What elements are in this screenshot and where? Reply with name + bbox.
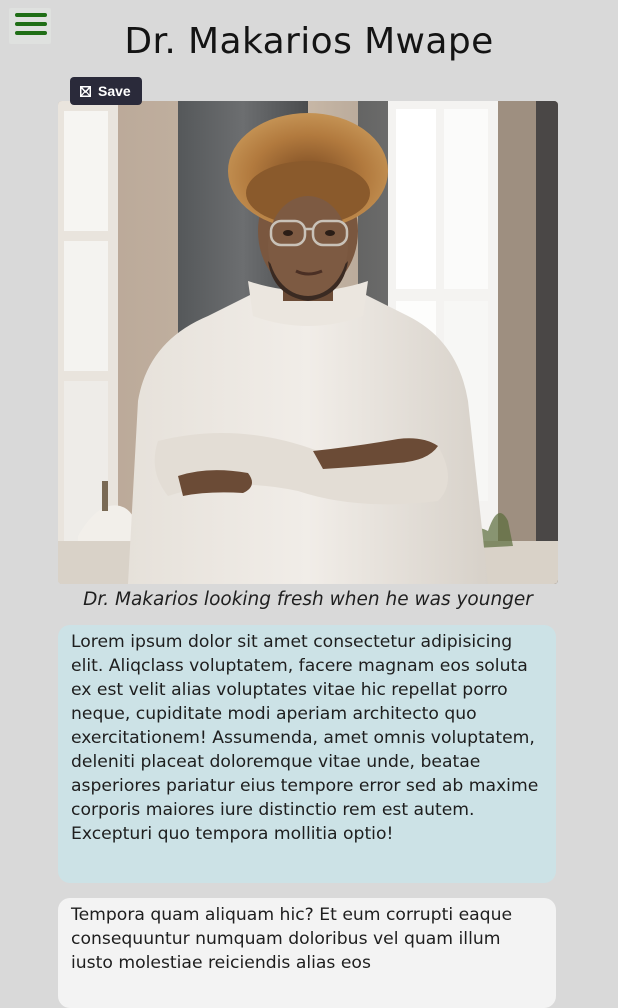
- bio-paragraph-1: Lorem ipsum dolor sit amet consectetur a…: [58, 625, 556, 883]
- save-image-button[interactable]: Save: [70, 77, 142, 105]
- bio-paragraph-2: Tempora quam aliquam hic? Et eum corrupt…: [58, 898, 556, 1008]
- portrait-photo: [58, 101, 558, 584]
- save-button-label: Save: [98, 83, 131, 99]
- photo-caption: Dr. Makarios looking fresh when he was y…: [83, 589, 533, 610]
- bookmark-save-icon: [80, 85, 91, 97]
- page-title: Dr. Makarios Mwape: [124, 21, 494, 62]
